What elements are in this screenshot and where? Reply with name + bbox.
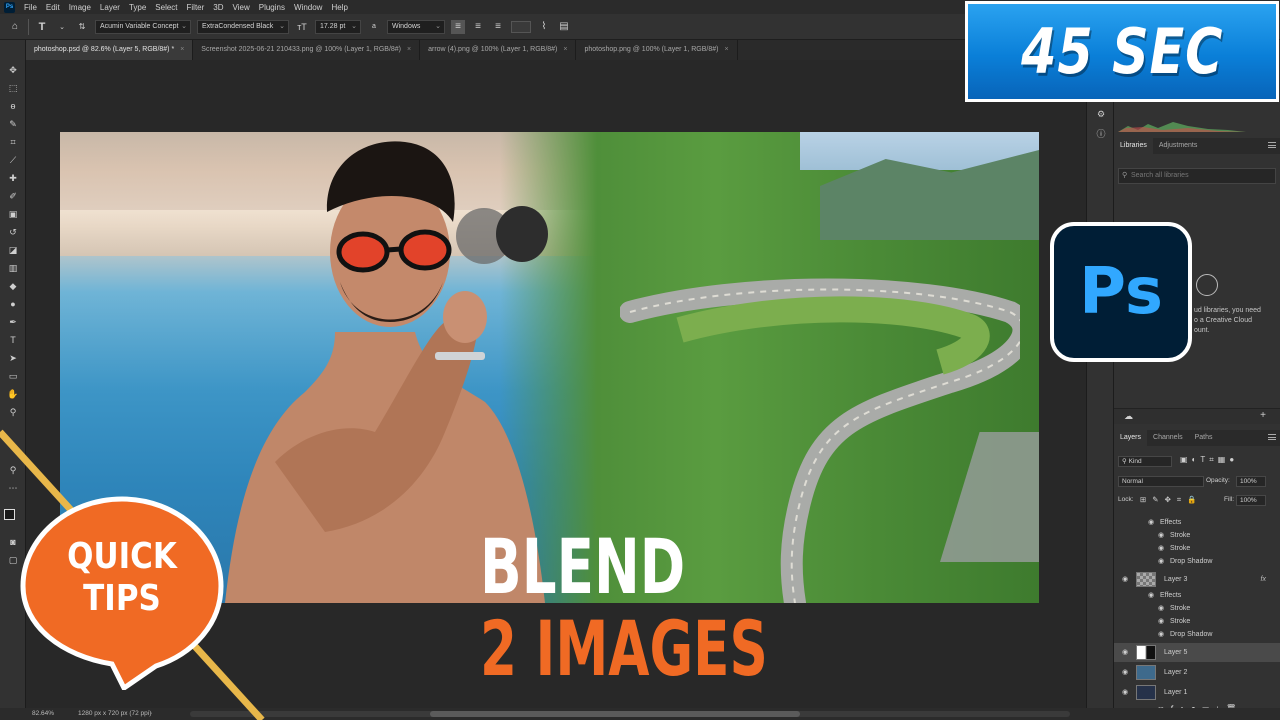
quick-tips-line-2: TIPS — [83, 578, 161, 619]
quick-tips-badge: QUICK TIPS — [20, 496, 224, 690]
duration-text: 45 SEC — [1020, 15, 1224, 88]
quick-tips-line-1: QUICK — [67, 536, 177, 577]
duration-badge: 45 SEC — [965, 1, 1279, 102]
title-line-1: BLEND — [480, 522, 686, 611]
photoshop-logo-text: Ps — [1079, 255, 1163, 329]
quick-tips-text: QUICK TIPS — [34, 536, 209, 620]
title-line-2: 2 IMAGES — [480, 604, 768, 693]
photoshop-logo-icon: Ps — [1050, 222, 1192, 362]
